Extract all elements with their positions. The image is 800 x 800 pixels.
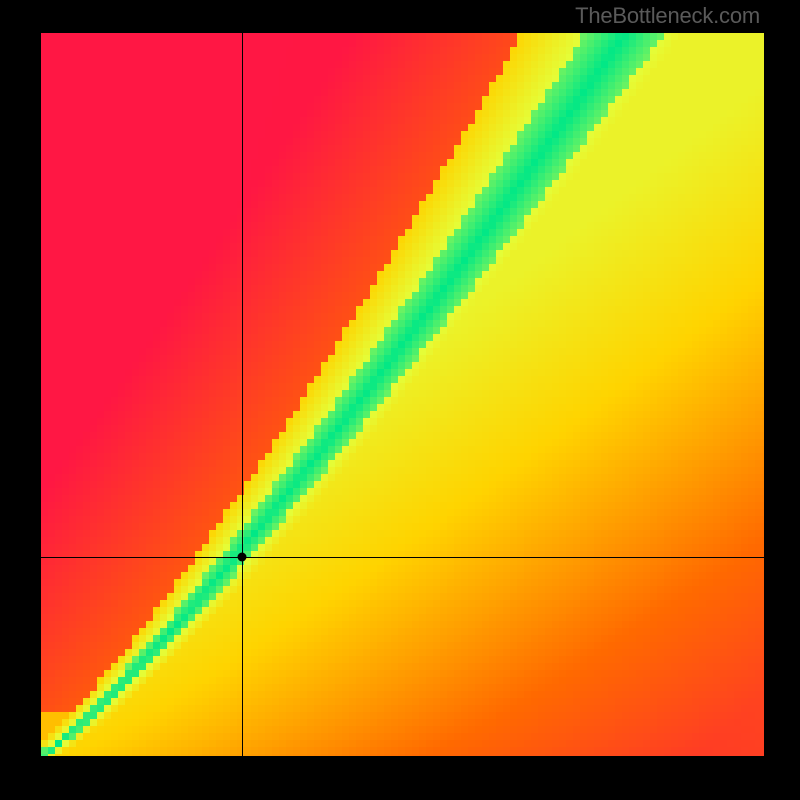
plot-area: [41, 33, 764, 756]
watermark-text: TheBottleneck.com: [575, 3, 760, 29]
crosshair-marker-dot: [237, 553, 246, 562]
plot-frame: [39, 31, 766, 758]
heatmap-canvas: [41, 33, 764, 756]
crosshair-horizontal: [41, 557, 764, 558]
crosshair-vertical: [242, 33, 243, 756]
